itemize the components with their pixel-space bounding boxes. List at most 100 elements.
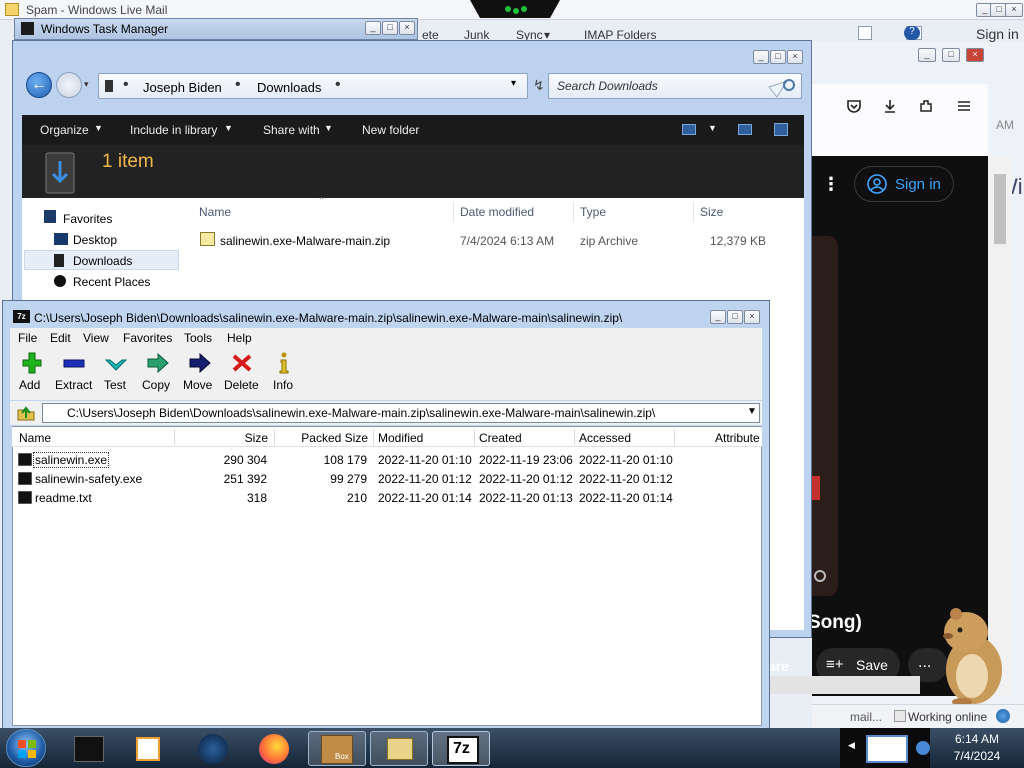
- sevenzip-close-button[interactable]: ×: [744, 310, 760, 324]
- breadcrumb-downloads[interactable]: Downloads: [257, 80, 321, 95]
- task-manager-minimize-button[interactable]: _: [365, 21, 381, 35]
- sevenzip-path-input[interactable]: C:\Users\Joseph Biden\Downloads\salinewi…: [42, 403, 760, 423]
- menu-help[interactable]: Help: [227, 331, 252, 345]
- column-divider[interactable]: [274, 429, 275, 445]
- column-divider[interactable]: [474, 429, 475, 445]
- recent-pages-chevron-icon[interactable]: ▾: [84, 79, 89, 90]
- nav-favorites[interactable]: Favorites: [63, 212, 112, 226]
- test-button[interactable]: Test: [100, 352, 132, 396]
- menu-view[interactable]: View: [83, 331, 109, 345]
- menu-favorites[interactable]: Favorites: [123, 331, 172, 345]
- delete-button[interactable]: Delete: [222, 352, 262, 396]
- nav-desktop[interactable]: Desktop: [73, 233, 117, 247]
- menu-file[interactable]: File: [18, 331, 37, 345]
- column-date-modified[interactable]: Date modified: [460, 205, 534, 219]
- back-arrow-icon[interactable]: ←: [26, 72, 52, 98]
- browser-minimize-button[interactable]: _: [918, 48, 936, 62]
- sevenzip-maximize-button[interactable]: □: [727, 310, 743, 324]
- column-divider[interactable]: [573, 202, 574, 222]
- taskbar-explorer[interactable]: [370, 731, 428, 766]
- column-accessed[interactable]: Accessed: [579, 431, 631, 445]
- network-icon[interactable]: [916, 741, 930, 755]
- search-icon[interactable]: [767, 77, 797, 99]
- search-downloads-box[interactable]: Search Downloads: [548, 73, 802, 99]
- column-modified[interactable]: Modified: [378, 431, 423, 445]
- column-divider[interactable]: [174, 429, 175, 445]
- column-divider[interactable]: [574, 429, 575, 445]
- menu-icon[interactable]: [956, 98, 972, 114]
- column-name[interactable]: Name: [199, 205, 231, 219]
- system-clock[interactable]: 6:14 AM 7/4/2024: [930, 731, 1024, 767]
- column-divider[interactable]: [453, 202, 454, 222]
- change-view-icon[interactable]: [682, 124, 696, 135]
- calendar-icon[interactable]: [858, 26, 872, 40]
- help-icon[interactable]: ?: [904, 26, 920, 40]
- column-size[interactable]: Size: [700, 205, 723, 219]
- organize-button[interactable]: Organize: [40, 123, 89, 137]
- column-divider[interactable]: [373, 429, 374, 445]
- scrollbar-thumb[interactable]: [994, 174, 1006, 244]
- column-divider[interactable]: [674, 429, 675, 445]
- taskbar-media-player[interactable]: [120, 731, 178, 766]
- address-dropdown-icon[interactable]: ▾: [511, 78, 516, 89]
- kebab-menu-icon[interactable]: ⋮: [822, 174, 840, 195]
- task-manager-window[interactable]: Windows Task Manager _ □ ×: [14, 18, 418, 40]
- column-divider[interactable]: [693, 202, 694, 222]
- sevenzip-minimize-button[interactable]: _: [710, 310, 726, 324]
- refresh-icon[interactable]: ↯: [533, 77, 545, 94]
- breadcrumb-joseph-biden[interactable]: Joseph Biden: [143, 80, 222, 95]
- close-button[interactable]: ×: [1005, 3, 1023, 17]
- start-button[interactable]: [6, 729, 46, 767]
- sign-in-text[interactable]: Sign in: [976, 26, 1019, 42]
- browser-close-button[interactable]: ×: [966, 48, 984, 62]
- table-row[interactable]: salinewin-safety.exe 251 392 99 279 2022…: [13, 469, 761, 488]
- include-in-library-button[interactable]: Include in library: [130, 123, 217, 137]
- add-button[interactable]: Add: [16, 352, 48, 396]
- new-folder-button[interactable]: New folder: [362, 123, 419, 137]
- path-dropdown-icon[interactable]: ▼: [747, 406, 757, 417]
- table-row[interactable]: salinewin.exe 290 304 108 179 2022-11-20…: [13, 450, 761, 469]
- taskbar-globe-app[interactable]: [184, 731, 242, 766]
- share-with-button[interactable]: Share with: [263, 123, 320, 137]
- task-manager-maximize-button[interactable]: □: [382, 21, 398, 35]
- table-row[interactable]: readme.txt 318 210 2022-11-20 01:14 2022…: [13, 488, 761, 507]
- show-hidden-icons-icon[interactable]: ◀: [848, 740, 855, 751]
- explorer-close-button[interactable]: ×: [787, 50, 803, 64]
- column-type[interactable]: Type: [580, 205, 606, 219]
- file-row[interactable]: salinewin.exe-Malware-main.zip 7/4/2024 …: [196, 230, 774, 250]
- forward-arrow-icon[interactable]: [56, 72, 82, 98]
- download-icon[interactable]: [882, 98, 898, 114]
- nav-recent-places[interactable]: Recent Places: [73, 275, 150, 289]
- preview-pane-icon[interactable]: [738, 124, 752, 135]
- taskbar-box-app[interactable]: Box: [308, 731, 366, 766]
- column-name[interactable]: Name: [19, 431, 51, 445]
- taskbar-task-manager[interactable]: [60, 731, 118, 766]
- help-icon[interactable]: [774, 123, 788, 136]
- column-attributes-clip[interactable]: Attributes: [714, 427, 760, 446]
- info-button[interactable]: Info: [268, 352, 300, 396]
- column-packed-size[interactable]: Packed Size: [274, 431, 368, 445]
- pocket-icon[interactable]: [846, 98, 862, 114]
- column-size[interactable]: Size: [176, 431, 268, 445]
- extract-button[interactable]: Extract: [54, 352, 94, 396]
- taskbar-firefox[interactable]: [244, 731, 302, 766]
- tray-7zip-icon[interactable]: [866, 735, 908, 763]
- breadcrumb[interactable]: • Joseph Biden • Downloads • ▾ ↯: [98, 73, 545, 99]
- sign-in-button[interactable]: Sign in: [854, 166, 954, 202]
- taskbar-7zip[interactable]: 7z: [432, 731, 490, 766]
- video-thumbnail[interactable]: [812, 236, 838, 596]
- menu-edit[interactable]: Edit: [50, 331, 71, 345]
- folder-up-icon[interactable]: [16, 404, 36, 422]
- explorer-maximize-button[interactable]: □: [770, 50, 786, 64]
- share-button-fragment[interactable]: are: [768, 658, 789, 674]
- view-options-chevron-icon[interactable]: ▼: [708, 123, 717, 133]
- nav-downloads[interactable]: Downloads: [24, 250, 179, 270]
- explorer-minimize-button[interactable]: _: [753, 50, 769, 64]
- column-created[interactable]: Created: [479, 431, 522, 445]
- live-mail-title-bar[interactable]: Spam - Windows Live Mail _ □ ×: [0, 0, 1024, 20]
- menu-tools[interactable]: Tools: [184, 331, 212, 345]
- task-manager-close-button[interactable]: ×: [399, 21, 415, 35]
- browser-maximize-button[interactable]: □: [942, 48, 960, 62]
- copy-button[interactable]: Copy: [140, 352, 176, 396]
- move-button[interactable]: Move: [182, 352, 218, 396]
